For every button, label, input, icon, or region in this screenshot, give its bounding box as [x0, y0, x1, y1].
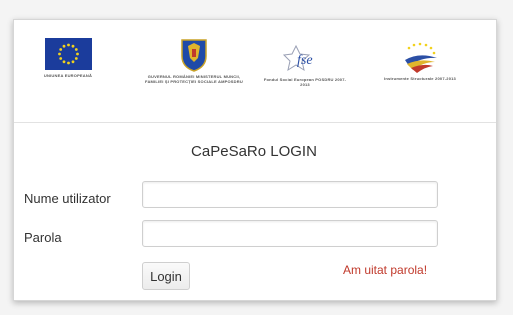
password-label: Parola	[24, 230, 62, 245]
login-card: UNIUNEA EUROPEANĂ GUVERNUL ROMÂNIEI MINI…	[13, 19, 497, 301]
structural-instruments-logo: Instrumente Structurale 2007-2013	[366, 40, 474, 81]
romania-coat-of-arms-icon	[181, 39, 207, 72]
government-logo: GUVERNUL ROMÂNIEI MINISTERUL MUNCII, FAM…	[140, 36, 248, 84]
government-caption: GUVERNUL ROMÂNIEI MINISTERUL MUNCII, FAM…	[145, 74, 243, 84]
page-title: CaPeSaRo LOGIN	[191, 143, 317, 160]
fse-caption: Fondul Social European POSDRU 2007-2013	[263, 77, 347, 87]
eu-caption: UNIUNEA EUROPEANĂ	[43, 73, 93, 78]
structural-instruments-icon	[405, 42, 437, 73]
fse-mark-text: fse	[297, 53, 313, 68]
eu-logo: UNIUNEA EUROPEANĂ	[34, 38, 102, 78]
username-input[interactable]	[142, 181, 438, 208]
password-input[interactable]	[142, 220, 438, 247]
eu-flag-icon	[44, 38, 92, 70]
login-button[interactable]: Login	[142, 262, 190, 290]
fse-logo: fse Fondul Social European POSDRU 2007-2…	[260, 44, 350, 87]
fse-mark-icon: fse	[283, 44, 313, 72]
structural-instruments-caption: Instrumente Structurale 2007-2013	[384, 76, 456, 81]
forgot-password-link[interactable]: Am uitat parola!	[343, 263, 427, 277]
logo-header: UNIUNEA EUROPEANĂ GUVERNUL ROMÂNIEI MINI…	[14, 20, 496, 123]
username-label: Nume utilizator	[24, 191, 111, 206]
